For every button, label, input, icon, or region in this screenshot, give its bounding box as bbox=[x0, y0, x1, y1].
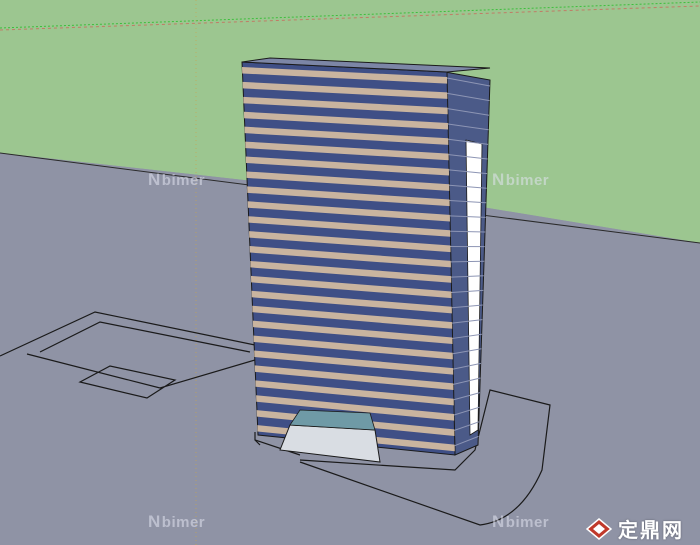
side-floor-line bbox=[450, 260, 485, 263]
tower-building bbox=[241, 57, 491, 463]
watermark-top-right: Nbimer bbox=[492, 170, 549, 190]
watermark-n-glyph: N bbox=[148, 170, 161, 189]
watermark-bottom-left: Nbimer bbox=[148, 512, 205, 532]
diamond-logo-icon bbox=[586, 517, 612, 540]
brand-text: 定鼎网 bbox=[618, 518, 684, 542]
watermark-n-glyph: N bbox=[492, 170, 505, 189]
watermark-n-glyph: N bbox=[148, 512, 161, 531]
watermark-bottom-right: Nbimer bbox=[492, 512, 549, 532]
watermark-top-left: Nbimer bbox=[148, 170, 205, 190]
watermark-label: bimer bbox=[161, 172, 206, 189]
model-viewport[interactable] bbox=[0, 0, 700, 545]
watermark-label: bimer bbox=[161, 514, 206, 531]
watermark-n-glyph: N bbox=[492, 512, 505, 531]
watermark-label: bimer bbox=[505, 172, 550, 189]
brand-logo: 定鼎网 bbox=[586, 514, 684, 543]
watermark-label: bimer bbox=[505, 514, 550, 531]
